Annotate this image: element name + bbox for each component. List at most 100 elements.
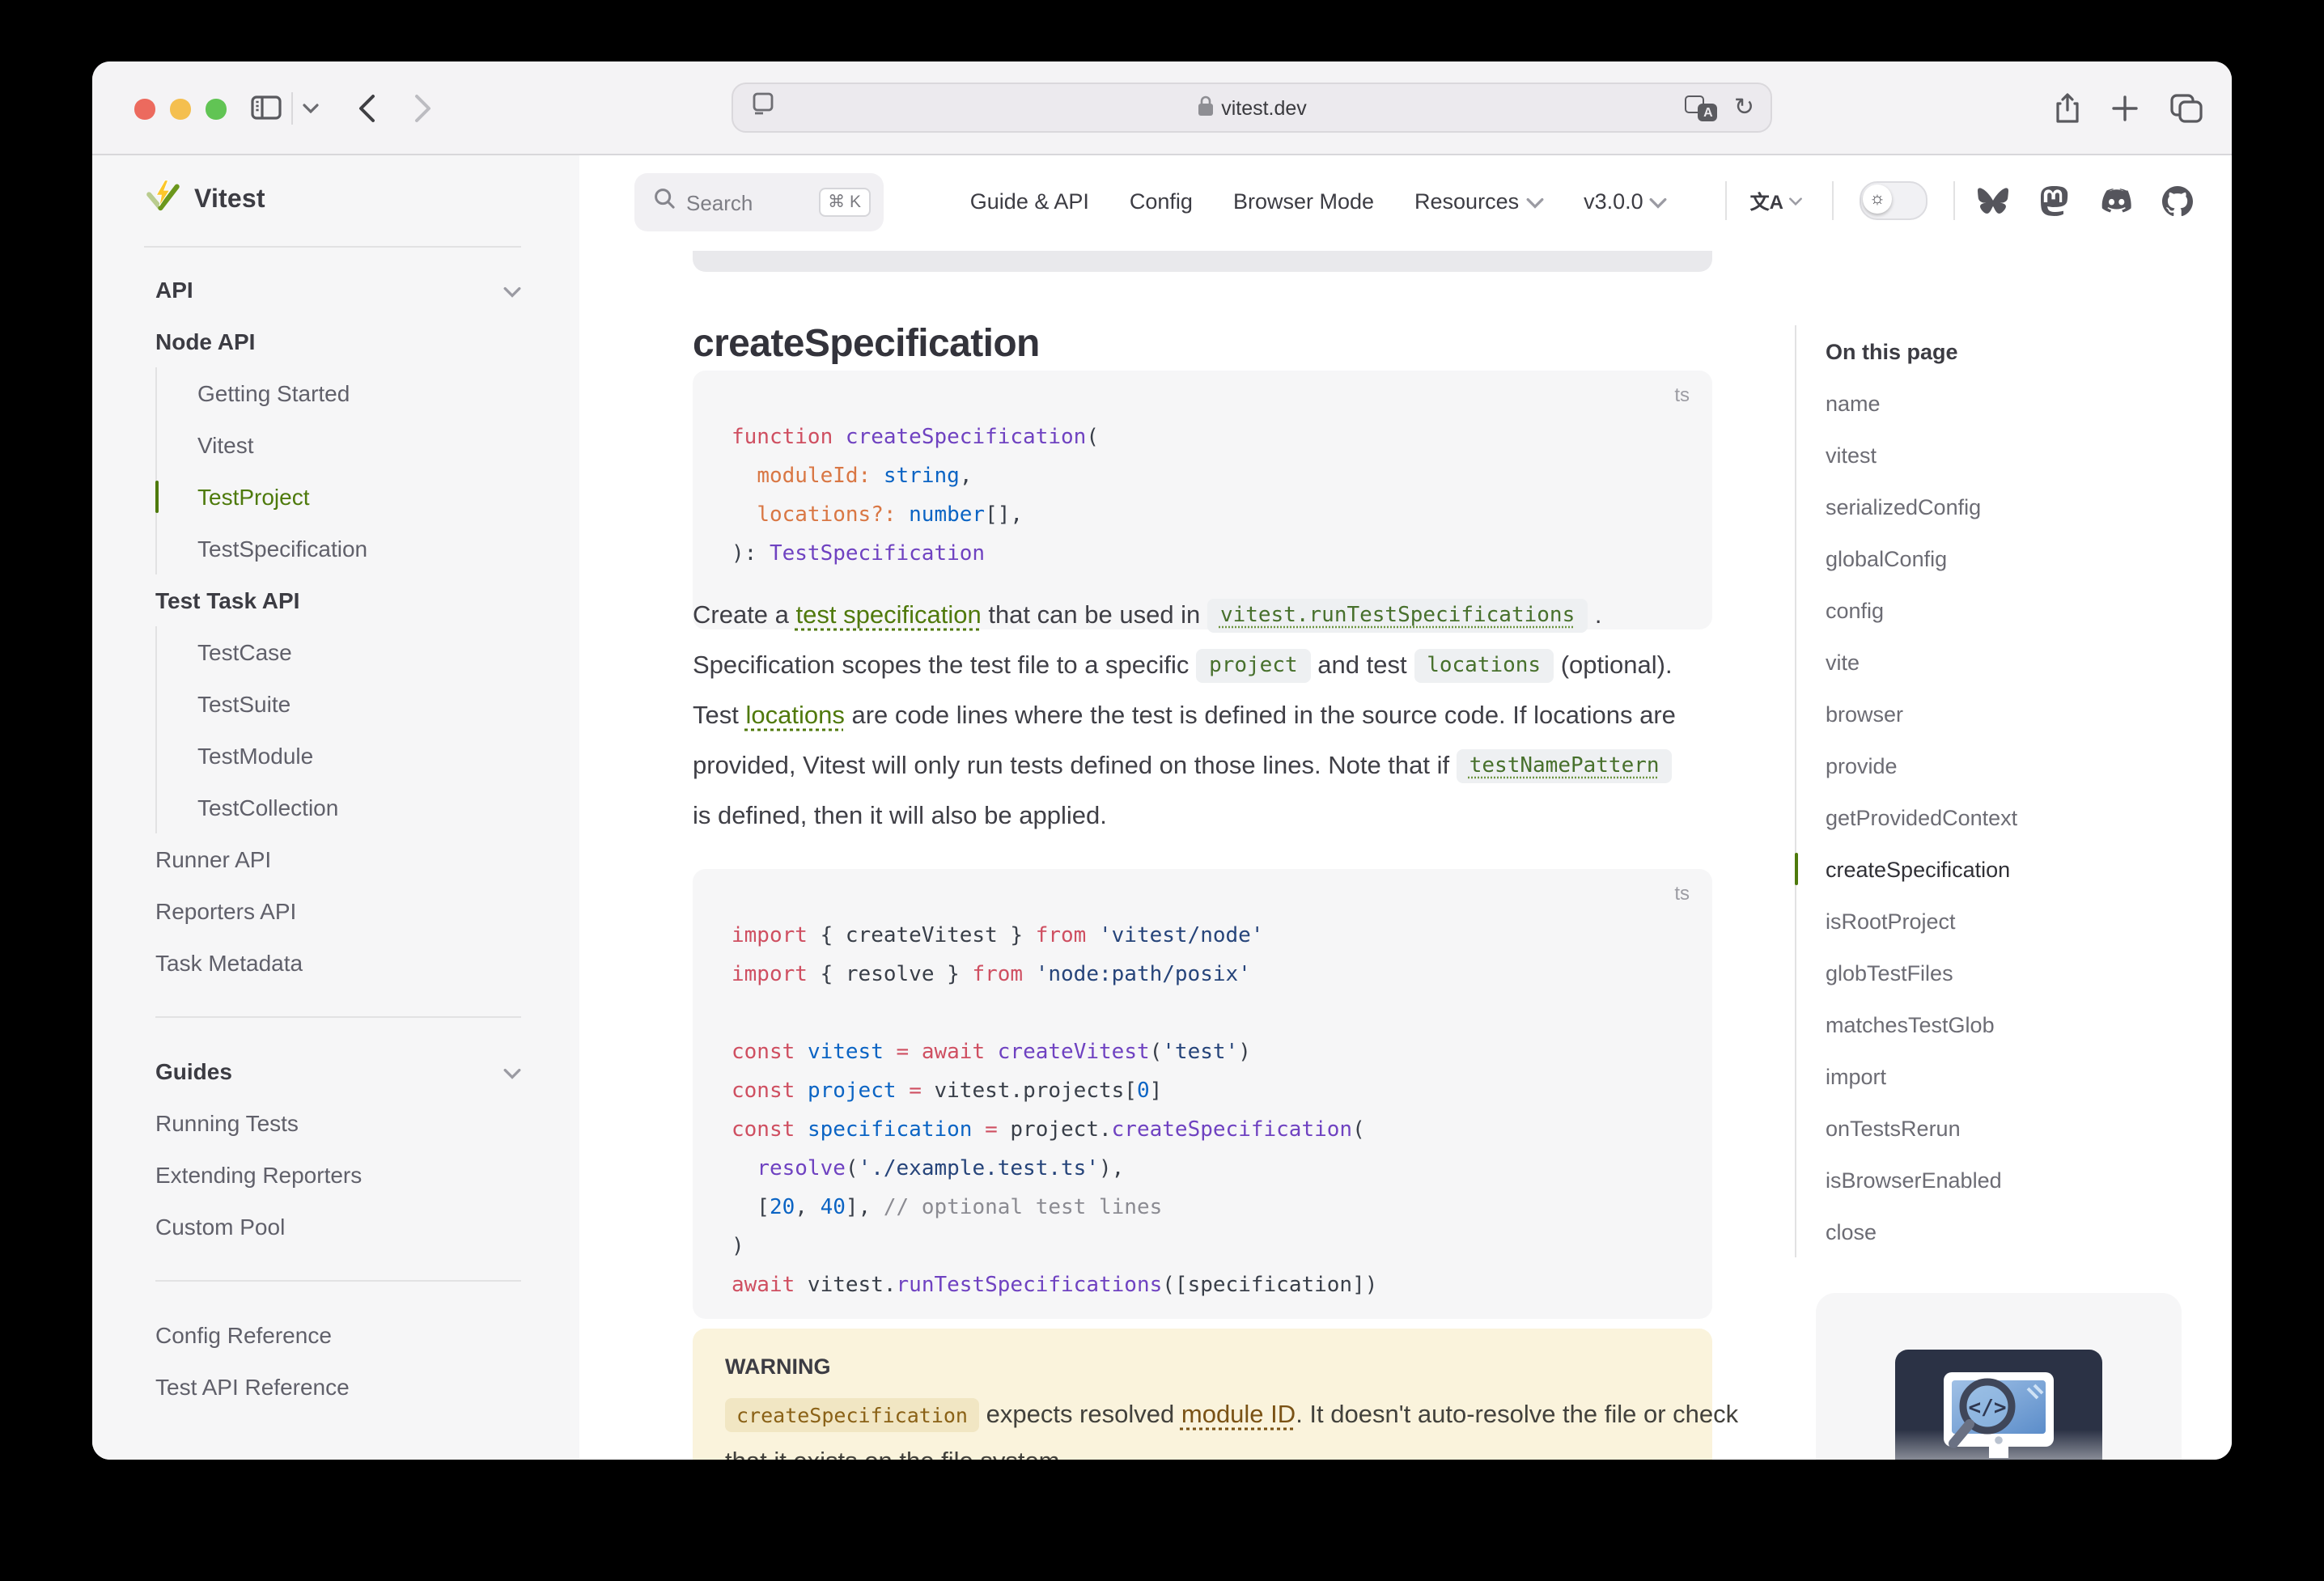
new-tab-icon[interactable] [2107, 61, 2143, 154]
sidebar-item-config-reference[interactable]: Config Reference [155, 1309, 521, 1361]
sponsor-image: </> [1895, 1350, 2102, 1460]
inline-link[interactable]: test specification [796, 601, 982, 630]
text-line: createSpecification expects resolved mod… [725, 1392, 1680, 1439]
outline-item-globtestfiles[interactable]: globTestFiles [1796, 947, 2232, 998]
outline-item-provide[interactable]: provide [1796, 740, 2232, 791]
reload-icon[interactable]: ↻ [1734, 95, 1754, 120]
nav-link-browser-mode[interactable]: Browser Mode [1233, 189, 1374, 213]
sponsor-card[interactable]: </> [1816, 1293, 2182, 1460]
outline-item-name[interactable]: name [1796, 377, 2232, 429]
bluesky-icon[interactable] [1978, 187, 2008, 214]
code-line: moduleId: string, [732, 458, 1673, 497]
sidebar-section-api[interactable]: API [155, 264, 521, 316]
code-line: import { resolve } from 'node:path/posix… [732, 956, 1673, 995]
sidebar-subitems: TestCaseTestSuiteTestModuleTestCollectio… [155, 626, 521, 833]
sidebar-item-getting-started[interactable]: Getting Started [197, 367, 521, 419]
inline-code-link[interactable]: testNamePattern [1457, 749, 1673, 783]
sidebar-item-custom-pool[interactable]: Custom Pool [155, 1201, 521, 1253]
code-line: resolve('./example.test.ts'), [732, 1151, 1673, 1189]
outline-item-close[interactable]: close [1796, 1206, 2232, 1257]
sidebar-divider [155, 1016, 521, 1018]
code-line: locations?: number[], [732, 497, 1673, 536]
sidebar-item-node-api[interactable]: Node API [155, 316, 521, 367]
outline-item-globalconfig[interactable]: globalConfig [1796, 532, 2232, 584]
sidebar-item-testcollection[interactable]: TestCollection [197, 782, 521, 833]
sidebar-item-testproject[interactable]: TestProject [197, 471, 521, 523]
tab-overview-icon[interactable] [2167, 61, 2206, 154]
body-text: (optional). [1554, 651, 1672, 680]
sidebar-item-label: Test API Reference [155, 1374, 350, 1400]
minimize-window-button[interactable] [170, 99, 190, 119]
nav-link-label: Browser Mode [1233, 189, 1374, 213]
mastodon-icon[interactable] [2039, 185, 2068, 216]
zoom-window-button[interactable] [206, 99, 226, 119]
sidebar-section-guides[interactable]: Guides [155, 1045, 521, 1097]
site-logo[interactable]: Vitest [144, 155, 521, 248]
address-bar[interactable]: vitest.dev A ↻ [732, 83, 1772, 133]
sidebar-menu-chevron-icon[interactable] [298, 61, 324, 154]
outline-item-vitest[interactable]: vitest [1796, 429, 2232, 481]
sidebar-item-runner-api[interactable]: Runner API [155, 833, 521, 885]
sidebar-item-testspecification[interactable]: TestSpecification [197, 523, 521, 574]
sidebar-item-vitest[interactable]: Vitest [197, 419, 521, 471]
sun-icon: ☼ [1863, 184, 1892, 214]
sidebar-item-test-api-reference[interactable]: Test API Reference [155, 1361, 521, 1413]
code-block-example[interactable]: ts import { createVitest } from 'vitest/… [693, 869, 1712, 1319]
nav-link-resources[interactable]: Resources [1414, 189, 1543, 213]
close-window-button[interactable] [134, 99, 155, 119]
outline-item-serializedconfig[interactable]: serializedConfig [1796, 481, 2232, 532]
nav-link-guide-api[interactable]: Guide & API [970, 189, 1089, 213]
code-line: [20, 40], // optional test lines [732, 1189, 1673, 1228]
vitest-logo-icon [144, 178, 181, 223]
outline-item-import[interactable]: import [1796, 1050, 2232, 1102]
sidebar-item-label: Config Reference [155, 1322, 332, 1348]
warning-text: . It doesn't auto-resolve the file or ch… [1296, 1401, 1738, 1430]
nav-divider [1832, 181, 1834, 220]
search-input[interactable]: Search ⌘ K [634, 173, 884, 231]
inline-link[interactable]: locations [745, 701, 844, 731]
language-menu-button[interactable]: 文A [1750, 187, 1803, 214]
outline-item-isbrowserenabled[interactable]: isBrowserEnabled [1796, 1154, 2232, 1206]
nav-link-config[interactable]: Config [1130, 189, 1193, 213]
code-lang-label: ts [1674, 882, 1690, 905]
discord-icon[interactable] [2099, 188, 2131, 214]
site-title: Vitest [194, 186, 265, 215]
code-lang-label: ts [1674, 384, 1690, 406]
chevron-down-icon [503, 277, 521, 303]
outline-item-config[interactable]: config [1796, 584, 2232, 636]
code-line: const project = vitest.projects[0] [732, 1073, 1673, 1112]
outline-item-isrootproject[interactable]: isRootProject [1796, 895, 2232, 947]
back-button[interactable] [348, 61, 384, 154]
page-title: createSpecification [693, 322, 1040, 367]
outline-item-matchestestglob[interactable]: matchesTestGlob [1796, 998, 2232, 1050]
body-text: Specification scopes the test file to a … [693, 651, 1196, 680]
sidebar-item-testmodule[interactable]: TestModule [197, 730, 521, 782]
sidebar-item-testsuite[interactable]: TestSuite [197, 678, 521, 730]
sidebar-item-extending-reporters[interactable]: Extending Reporters [155, 1149, 521, 1201]
top-navbar: Search ⌘ K Guide & API Config Browser Mode… [579, 155, 2232, 249]
warning-inline-link[interactable]: module ID [1181, 1401, 1296, 1430]
forward-button[interactable] [405, 61, 440, 154]
sidebar-item-task-metadata[interactable]: Task Metadata [155, 937, 521, 989]
inline-code[interactable]: project [1196, 649, 1311, 683]
sidebar-item-running-tests[interactable]: Running Tests [155, 1097, 521, 1149]
chevron-down-icon [1650, 189, 1668, 213]
outline-item-browser[interactable]: browser [1796, 688, 2232, 740]
outline-item-createspecification[interactable]: createSpecification [1796, 843, 2232, 895]
outline-item-getprovidedcontext[interactable]: getProvidedContext [1796, 791, 2232, 843]
share-icon[interactable] [2049, 61, 2084, 154]
outline-item-ontestsrerun[interactable]: onTestsRerun [1796, 1102, 2232, 1154]
inline-code[interactable]: locations [1414, 649, 1554, 683]
sidebar-item-test-task-api[interactable]: Test Task API [155, 574, 521, 626]
url-text: vitest.dev [733, 95, 1771, 121]
translate-icon[interactable]: A [1686, 95, 1718, 121]
sidebar-toggle-icon[interactable] [246, 61, 285, 154]
inline-code-link[interactable]: vitest.runTestSpecifications [1207, 599, 1588, 633]
nav-link-v3-0-0[interactable]: v3.0.0 [1584, 189, 1668, 213]
sidebar-item-reporters-api[interactable]: Reporters API [155, 885, 521, 937]
outline-item-vite[interactable]: vite [1796, 636, 2232, 688]
sidebar-item-testcase[interactable]: TestCase [197, 626, 521, 678]
sidebar-item-label: Vitest [197, 432, 254, 458]
theme-toggle[interactable]: ☼ [1860, 181, 1927, 220]
github-icon[interactable] [2162, 185, 2193, 216]
